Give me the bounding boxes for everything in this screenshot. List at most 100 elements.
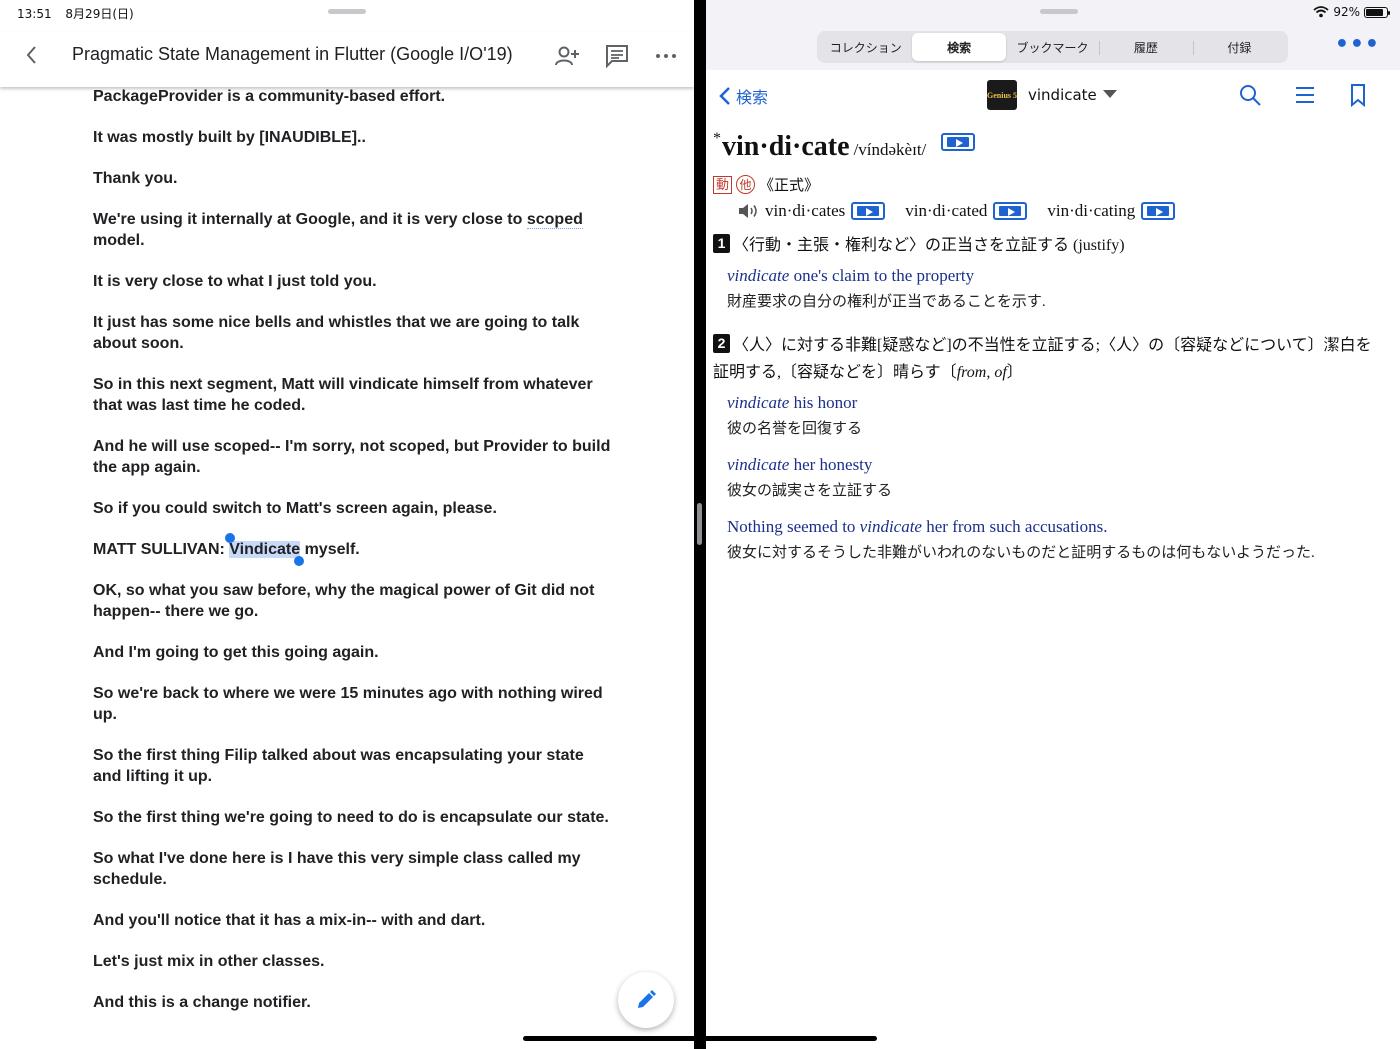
example-en: vindicate one's claim to the property: [727, 263, 974, 289]
example-text: his honor: [789, 393, 858, 412]
doc-title: Pragmatic State Management in Flutter (G…: [72, 44, 513, 64]
example-en: Nothing seemed to vindicate her from suc…: [727, 514, 1108, 540]
example-text: one's claim to the property: [789, 266, 975, 285]
tab-appendix[interactable]: 付録: [1192, 33, 1286, 61]
play-audio-icon[interactable]: [941, 133, 976, 151]
selection-end-handle[interactable]: [294, 556, 305, 566]
example-en: vindicate his honor: [727, 390, 857, 416]
example-ja: 彼女に対するそうした非難がいわれのないものだと証明するものは何もないようだった.: [727, 545, 1315, 561]
dropdown-caret-icon[interactable]: [1103, 90, 1117, 98]
sense-number: 1: [713, 234, 730, 253]
pos-verb-badge: 動: [713, 175, 733, 194]
spellcheck-word[interactable]: scoped: [526, 211, 583, 229]
battery-percent: 92%: [1333, 5, 1360, 19]
paragraph: So in this next segment, Matt will vindi…: [93, 376, 593, 414]
speaker-icon[interactable]: [737, 202, 759, 220]
example-text: her from such accusations.: [921, 517, 1108, 536]
headword-line: *vin·di·cate/víndəkèɪt/: [713, 130, 976, 163]
example-keyword: vindicate: [727, 455, 790, 474]
paragraph: MATT SULLIVAN: Vindicate myself.: [93, 533, 613, 566]
paragraph: So the first thing Filip talked about wa…: [93, 747, 584, 785]
paragraph: And I'm going to get this going again.: [93, 644, 379, 661]
doc-toolbar: Pragmatic State Management in Flutter (G…: [0, 32, 694, 87]
status-date: 8月29日(日): [65, 7, 134, 21]
status-time: 13:51: [17, 7, 52, 21]
selected-word: Vindicate: [229, 541, 301, 558]
paragraph: It was mostly built by [INAUDIBLE]..: [93, 129, 366, 146]
paragraph-text: myself.: [300, 541, 360, 558]
dict-top-bar: 92% コレクション 検索 ブックマーク 履歴 付録 •••: [706, 0, 1400, 70]
back-icon[interactable]: [20, 42, 44, 68]
pencil-icon: [638, 990, 656, 1008]
form-present-participle: vin·di·cating: [1047, 201, 1136, 220]
list-icon[interactable]: [1293, 83, 1317, 107]
sense-2: 2 〈人〉に対する非難[疑惑など]の不当性を立証する;〈人〉の〔容疑などについて〕…: [713, 332, 1385, 386]
paragraph-text: model.: [93, 232, 145, 249]
home-indicator: [523, 1036, 877, 1041]
back-label: 検索: [736, 88, 769, 107]
sense-1: 1 〈行動・主張・権利など〉の正当さを立証する (justify): [713, 232, 1385, 259]
current-word[interactable]: vindicate: [1028, 86, 1097, 104]
status-bar-right: 92%: [1313, 5, 1390, 19]
paragraph: Let's just mix in other classes.: [93, 953, 325, 970]
edit-fab-button[interactable]: [618, 972, 674, 1028]
dict-nav-bar: 検索 Genius 5 vindicate: [706, 70, 1400, 122]
dictionary-pane: 92% コレクション 検索 ブックマーク 履歴 付録 ••• 検索 Genius…: [706, 0, 1400, 1049]
paragraph: OK, so what you saw before, why the magi…: [93, 582, 595, 620]
bookmark-icon[interactable]: [1346, 83, 1370, 108]
comment-icon[interactable]: [603, 42, 631, 70]
sense-number: 2: [713, 334, 730, 353]
example-keyword: vindicate: [727, 266, 790, 285]
play-audio-icon[interactable]: [1141, 202, 1176, 220]
dict-tab-bar: コレクション 検索 ブックマーク 履歴 付録: [817, 31, 1288, 63]
paragraph: And he will use scoped-- I'm sorry, not …: [93, 438, 611, 476]
wifi-icon: [1313, 6, 1329, 18]
divider-handle[interactable]: [697, 503, 702, 545]
chevron-left-icon: [719, 87, 730, 105]
example-ja: 財産要求の自分の権利が正当であることを示す.: [727, 294, 1046, 310]
dictionary-logo: Genius 5: [987, 80, 1017, 110]
status-bar-left: 13:51 8月29日(日): [17, 5, 144, 22]
tab-bookmark[interactable]: ブックマーク: [1006, 33, 1099, 61]
paragraph: So what I've done here is I have this ve…: [93, 850, 581, 888]
paragraph: It is very close to what I just told you…: [93, 273, 377, 290]
multitasking-grabber[interactable]: [1040, 9, 1078, 14]
paragraph-text: We're using it internally at Google, and…: [93, 211, 527, 228]
doc-body[interactable]: PackageProvider is a community-based eff…: [93, 86, 613, 1033]
back-to-search-button[interactable]: 検索: [718, 84, 768, 108]
selected-text[interactable]: Vindicate: [225, 533, 305, 566]
paragraph: So we're back to where we were 15 minute…: [93, 685, 603, 723]
paragraph: It just has some nice bells and whistles…: [93, 314, 580, 352]
tab-history[interactable]: 履歴: [1099, 33, 1192, 61]
paragraph: We're using it internally at Google, and…: [93, 209, 613, 251]
example-keyword: vindicate: [727, 393, 790, 412]
paragraph: And this is a change notifier.: [93, 994, 311, 1011]
paragraph: PackageProvider is a community-based eff…: [93, 88, 446, 105]
multitasking-grabber[interactable]: [328, 9, 366, 14]
speaker-label: MATT SULLIVAN:: [93, 541, 230, 558]
example-keyword: vindicate: [859, 517, 922, 536]
sense-definition: 〈人〉に対する非難[疑惑など]の不当性を立証する;〈人〉の〔容疑などについて〕潔…: [713, 337, 1372, 381]
sense-definition: 〈行動・主張・権利など〉の正当さを立証する (justify): [733, 237, 1125, 254]
play-audio-icon[interactable]: [851, 202, 886, 220]
headword: vin·di·cate: [722, 131, 850, 162]
tab-collection[interactable]: コレクション: [819, 33, 912, 61]
tab-search[interactable]: 検索: [912, 33, 1006, 61]
more-options-icon[interactable]: [652, 42, 680, 70]
inflection-forms: vin·di·cates vin·di·cated vin·di·cating: [737, 201, 1195, 221]
sense-prepositions: from, of: [956, 364, 1007, 381]
form-past: vin·di·cated: [905, 201, 988, 220]
search-icon[interactable]: [1238, 83, 1262, 107]
add-person-icon[interactable]: [553, 42, 581, 70]
register-label: 《正式》: [759, 178, 820, 194]
play-audio-icon[interactable]: [993, 202, 1028, 220]
paragraph: So if you could switch to Matt's screen …: [93, 500, 497, 517]
sense-close: 〕: [1006, 364, 1023, 381]
paragraph: Thank you.: [93, 170, 178, 187]
more-options-icon[interactable]: •••: [1335, 34, 1380, 56]
pos-transitive-badge: 他: [736, 175, 756, 194]
example-text: Nothing seemed to: [727, 517, 860, 536]
headword-star: *: [713, 130, 721, 147]
google-docs-pane: 13:51 8月29日(日) Pragmatic State Managemen…: [0, 0, 694, 1049]
split-view-divider[interactable]: [694, 0, 706, 1049]
